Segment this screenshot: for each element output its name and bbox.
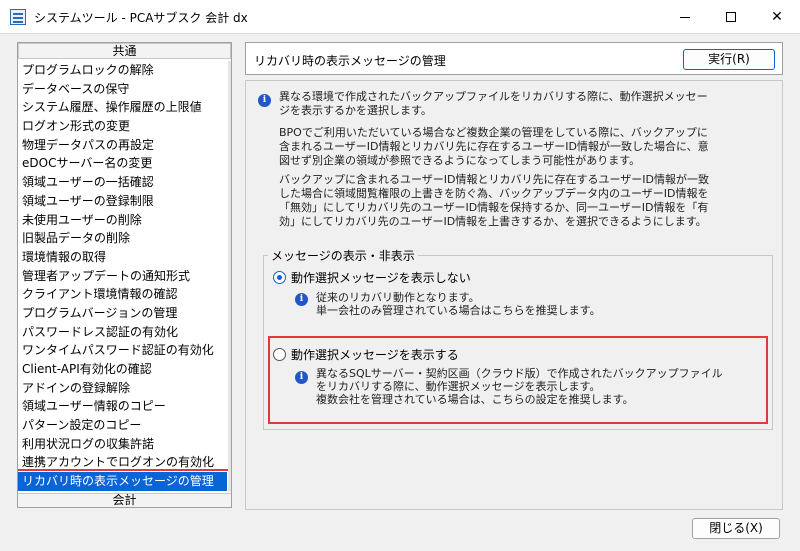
window-title: システムツール - PCAサブスク 会計 dx — [34, 11, 248, 25]
description: 異なる環境で作成されたバックアップファイルをリカバリする際に、動作選択メッセー … — [279, 90, 769, 118]
info-icon: i — [295, 293, 308, 306]
sidebar-item[interactable]: プログラムバージョンの管理 — [18, 304, 231, 323]
radio-hide-message[interactable] — [273, 271, 286, 284]
radio-show-message[interactable] — [273, 348, 286, 361]
sidebar-item[interactable]: 環境情報の取得 — [18, 248, 231, 267]
sidebar-item[interactable]: クライアント環境情報の確認 — [18, 285, 231, 304]
option1-description-line: 単一会社のみ管理されている場合はこちらを推奨します。 — [316, 304, 601, 317]
sidebar-item[interactable]: データベースの保守 — [18, 80, 231, 99]
sidebar-item[interactable]: リカバリ時の表示メッセージの管理 — [18, 469, 230, 492]
sidebar-item[interactable]: 領域ユーザー情報のコピー — [18, 397, 231, 416]
minimize-button[interactable] — [662, 0, 708, 34]
option2-description-line: 複数会社を管理されている場合は、こちらの設定を推奨します。 — [316, 393, 634, 406]
sidebar-item[interactable]: 物理データパスの再設定 — [18, 136, 231, 155]
sidebar-item[interactable]: パスワードレス認証の有効化 — [18, 323, 231, 342]
sidebar-item[interactable]: eDOCサーバー名の変更 — [18, 154, 231, 173]
sidebar-item[interactable]: 領域ユーザーの一括確認 — [18, 173, 231, 192]
sidebar-item[interactable]: 領域ユーザーの登録制限 — [18, 192, 231, 211]
radio-show-message-label[interactable]: 動作選択メッセージを表示する — [291, 346, 459, 363]
close-icon: ✕ — [771, 9, 783, 25]
description-paragraph-3: バックアップに含まれるユーザーID情報とリカバリ先に存在するユーザーID情報が一… — [279, 173, 769, 229]
description-paragraph-2: BPOでご利用いただいている場合など複数企業の管理をしている際に、バックアップに… — [279, 126, 769, 168]
title-bar: システムツール - PCAサブスク 会計 dx ✕ — [0, 0, 800, 34]
sidebar-section-accounting[interactable]: 会計 — [18, 493, 231, 507]
close-button[interactable]: 閉じる(X) — [692, 518, 780, 539]
sidebar-item[interactable]: 旧製品データの削除 — [18, 229, 231, 248]
minimize-icon — [680, 16, 690, 18]
option1-description: 従来のリカバリ動作となります。 単一会社のみ管理されている場合はこちらを推奨しま… — [316, 291, 601, 317]
sidebar-item[interactable]: 連携アカウントでログオンの有効化 — [18, 453, 231, 472]
description-line: した場合に領域閲覧権限の上書きを防ぐ為、バックアップデータ内のユーザーID情報を — [279, 187, 709, 200]
description-line: 含まれるユーザーID情報とリカバリ先に存在するユーザーID情報が一致した場合に、… — [279, 140, 709, 153]
option2-description-line: をリカバリする際に、動作選択メッセージを表示します。 — [316, 380, 601, 393]
content-header: リカバリ時の表示メッセージの管理 実行(R) — [245, 42, 783, 75]
sidebar: 共通 プログラムロックの解除 データベースの保守 システム履歴、操作履歴の上限値 ログ… — [17, 42, 232, 508]
sidebar-item[interactable]: Client-API有効化の確認 — [18, 360, 231, 379]
description-line: 「無効」にしてリカバリ先のユーザーID情報を保持するか、同一ユーザーID情報を「… — [279, 201, 709, 214]
option1-description-line: 従来のリカバリ動作となります。 — [316, 291, 480, 304]
radio-hide-message-label[interactable]: 動作選択メッセージを表示しない — [291, 269, 471, 286]
sidebar-list[interactable]: プログラムロックの解除 データベースの保守 システム履歴、操作履歴の上限値 ログオン形… — [18, 61, 231, 492]
sidebar-item[interactable]: ワンタイムパスワード認証の有効化 — [18, 341, 231, 360]
maximize-icon — [726, 12, 736, 22]
option2-description: 異なるSQLサーバー・契約区画（クラウド版）で作成されたバックアップファイル を… — [316, 367, 723, 406]
maximize-button[interactable] — [708, 0, 754, 34]
description-line: バックアップに含まれるユーザーID情報とリカバリ先に存在するユーザーID情報が一… — [279, 173, 709, 186]
sidebar-item[interactable]: 未使用ユーザーの削除 — [18, 211, 231, 230]
description-line: 図せず別企業の領域が参照できるようになってしまう可能性があります。 — [279, 154, 641, 167]
sidebar-item[interactable]: プログラムロックの解除 — [18, 61, 231, 80]
description-line: 異なる環境で作成されたバックアップファイルをリカバリする際に、動作選択メッセー — [279, 90, 708, 103]
sidebar-item[interactable]: パターン設定のコピー — [18, 416, 231, 435]
description-line: BPOでご利用いただいている場合など複数企業の管理をしている際に、バックアップに — [279, 126, 708, 139]
close-window-button[interactable]: ✕ — [754, 0, 800, 34]
app-icon — [10, 9, 26, 25]
sidebar-item[interactable]: アドインの登録解除 — [18, 379, 231, 398]
option2-description-line: 異なるSQLサーバー・契約区画（クラウド版）で作成されたバックアップファイル — [316, 367, 723, 380]
sidebar-item[interactable]: ログオン形式の変更 — [18, 117, 231, 136]
description-line: ジを表示するかを選択します。 — [279, 104, 432, 117]
sidebar-scrollbar[interactable] — [228, 61, 231, 492]
execute-button[interactable]: 実行(R) — [683, 49, 775, 70]
info-icon: i — [295, 371, 308, 384]
sidebar-section-common[interactable]: 共通 — [18, 43, 231, 59]
info-icon: i — [258, 94, 271, 107]
sidebar-item[interactable]: 管理者アップデートの通知形式 — [18, 267, 231, 286]
page-title: リカバリ時の表示メッセージの管理 — [254, 54, 446, 68]
sidebar-item[interactable]: 利用状況ログの収集許諾 — [18, 435, 231, 454]
content-body: i 異なる環境で作成されたバックアップファイルをリカバリする際に、動作選択メッセ… — [245, 80, 783, 510]
group-title: メッセージの表示・非表示 — [268, 247, 418, 264]
sidebar-item[interactable]: システム履歴、操作履歴の上限値 — [18, 98, 231, 117]
description-line: 効」にしてリカバリ先のユーザーID情報を上書きするか、を選択できるようにします。 — [279, 215, 707, 228]
